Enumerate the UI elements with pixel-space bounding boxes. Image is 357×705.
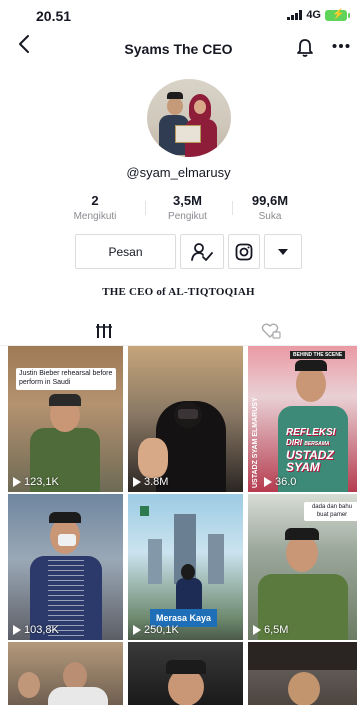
more-button[interactable] [332, 34, 350, 59]
video-views: 123,1K [13, 476, 59, 488]
network-type: 4G [306, 9, 321, 21]
play-icon [13, 477, 21, 487]
status-bar: 20.51 4G ⚡ [0, 0, 357, 30]
video-thumbnail[interactable]: 3.8M [128, 346, 243, 492]
following-label: Mengikuti [73, 211, 117, 222]
tab-liked[interactable] [261, 323, 281, 339]
status-indicators: 4G ⚡ [287, 9, 350, 21]
status-time: 20.51 [36, 8, 72, 24]
heart-lock-icon [261, 323, 281, 339]
bell-icon [297, 39, 313, 57]
video-views: 3.8M [133, 476, 168, 488]
stat-divider [145, 201, 146, 215]
instagram-icon [235, 243, 253, 260]
dropdown-button[interactable] [264, 234, 302, 269]
video-thumbnail[interactable]: Merasa Kaya 250,1K [128, 494, 243, 640]
follow-options-button[interactable] [180, 234, 224, 269]
signal-icon [287, 10, 303, 20]
play-icon [133, 625, 141, 635]
notification-button[interactable] [296, 38, 314, 58]
video-views: 6,5M [253, 624, 288, 636]
video-thumbnail[interactable] [128, 642, 243, 705]
followers-stat[interactable]: 3,5M Pengikut [150, 193, 225, 222]
grid-lines-icon [96, 324, 112, 338]
video-caption: Justin Bieber rehearsal before perform i… [16, 368, 116, 390]
battery-icon: ⚡ [325, 9, 350, 21]
video-caption: dada dan bahu buat pamer [304, 502, 357, 521]
caret-down-icon [278, 248, 288, 255]
video-thumbnail[interactable]: dada dan bahu buat pamer 6,5M [248, 494, 357, 640]
instagram-button[interactable] [228, 234, 260, 269]
video-views: 103,8K [13, 624, 59, 636]
following-stat[interactable]: 2 Mengikuti [60, 193, 130, 222]
video-thumbnail[interactable] [248, 642, 357, 705]
following-count: 2 [91, 193, 99, 208]
play-icon [253, 625, 261, 635]
profile-stats: 2 Mengikuti 3,5M Pengikut 99,6M Suka [60, 193, 305, 233]
top-nav: Syams The CEO [0, 32, 357, 64]
video-thumbnail[interactable]: 103,8K [8, 494, 123, 640]
video-thumbnail[interactable] [8, 642, 123, 705]
followers-count: 3,5M [173, 193, 202, 208]
avatar[interactable] [147, 79, 231, 157]
more-icon [332, 44, 350, 48]
likes-stat: 99,6M Suka [235, 193, 305, 222]
followers-label: Pengikut [168, 211, 207, 222]
tab-videos[interactable] [95, 323, 113, 339]
video-views: 36.0 [264, 476, 296, 488]
video-grid: Justin Bieber rehearsal before perform i… [8, 346, 357, 705]
username: @syam_elmarusy [126, 165, 231, 180]
play-icon [133, 477, 141, 487]
user-check-icon [191, 242, 213, 261]
video-thumbnail[interactable]: Justin Bieber rehearsal before perform i… [8, 346, 123, 492]
play-icon [264, 477, 272, 487]
video-side-text: USTADZ SYAM ELMARUSY [252, 397, 259, 488]
video-thumbnail[interactable]: BEHIND THE SCENE REFLEKSI DIRI BERSAMA U… [248, 346, 357, 492]
video-badge: BEHIND THE SCENE [290, 351, 346, 359]
likes-count: 99,6M [251, 193, 289, 208]
video-views: 250,1K [133, 624, 179, 636]
video-overlay-text: REFLEKSI DIRI BERSAMA USTADZ SYAM [286, 427, 336, 474]
message-button[interactable]: Pesan [75, 234, 176, 269]
profile-tabs [0, 316, 357, 346]
stat-divider [232, 201, 233, 215]
likes-label: Suka [258, 211, 282, 222]
play-icon [13, 625, 21, 635]
profile-bio: THE CEO of AL-TIQTOQIAH [102, 286, 255, 298]
